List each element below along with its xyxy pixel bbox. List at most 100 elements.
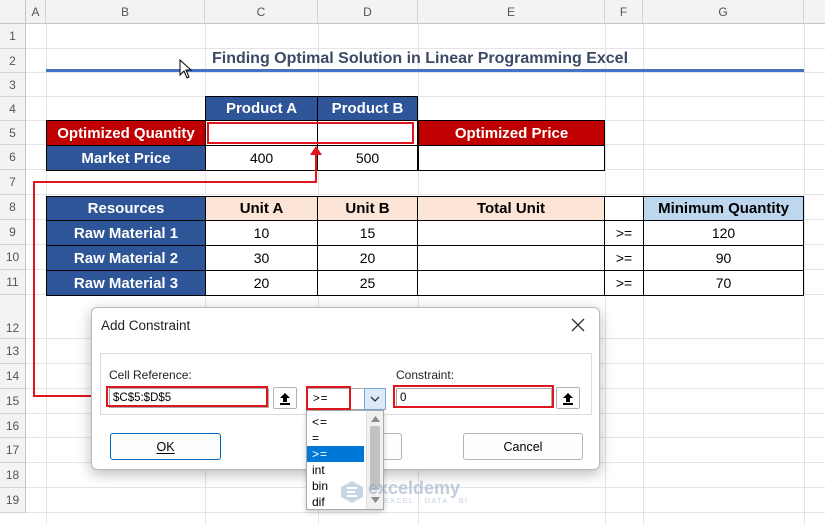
column-header-g[interactable]: G — [643, 0, 804, 24]
row-header[interactable]: 3 — [0, 73, 26, 97]
row-header[interactable]: 16 — [0, 414, 26, 438]
row-header[interactable]: 4 — [0, 97, 26, 121]
cell-unit-a[interactable]: 10 — [205, 220, 318, 246]
scroll-up-icon[interactable] — [371, 416, 380, 422]
watermark-tagline: EXCEL · DATA · BI — [384, 498, 469, 505]
select-all-corner[interactable] — [0, 0, 26, 24]
title-underline — [46, 69, 804, 72]
cancel-button-label: Cancel — [503, 439, 543, 454]
label-optimized-price[interactable]: Optimized Price — [418, 120, 605, 146]
arrow-up-icon — [310, 146, 322, 155]
row-header[interactable]: 13 — [0, 339, 26, 364]
ok-button[interactable]: OK — [110, 433, 221, 460]
highlight-constraint — [393, 385, 554, 408]
column-header-d[interactable]: D — [318, 0, 418, 24]
resource-name[interactable]: Raw Material 3 — [46, 270, 206, 296]
row-header[interactable]: 7 — [0, 170, 26, 195]
column-header-blank — [804, 0, 825, 24]
header-resources[interactable]: Resources — [46, 196, 206, 221]
column-header-c[interactable]: C — [205, 0, 318, 24]
cell-unit-a[interactable]: 20 — [205, 270, 318, 296]
close-icon — [571, 318, 585, 332]
row-header[interactable]: 8 — [0, 195, 26, 220]
row-header[interactable]: 2 — [0, 49, 26, 73]
cell-minimum-quantity[interactable]: 120 — [643, 220, 804, 246]
watermark: exceldemy EXCEL · DATA · BI — [340, 478, 490, 508]
annotation-connector — [33, 181, 317, 183]
cell-minimum-quantity[interactable]: 70 — [643, 270, 804, 296]
operator-option-selected[interactable]: >= — [307, 446, 364, 462]
operator-dropdown-button[interactable] — [364, 388, 386, 410]
gridline — [26, 194, 825, 195]
label-market-price[interactable]: Market Price — [46, 145, 206, 171]
chevron-down-icon — [370, 396, 380, 402]
cell-unit-b[interactable]: 25 — [317, 270, 418, 296]
cell-operator[interactable]: >= — [604, 220, 644, 246]
collapse-constraint-button[interactable] — [556, 387, 580, 409]
mouse-pointer-icon — [179, 59, 193, 79]
highlight-operator — [306, 386, 351, 410]
row-header[interactable]: 14 — [0, 364, 26, 389]
header-operator-blank[interactable] — [604, 196, 644, 221]
cancel-button[interactable]: Cancel — [463, 433, 583, 460]
cell-unit-a[interactable]: 30 — [205, 245, 318, 271]
gridline — [26, 96, 825, 97]
cell-operator[interactable]: >= — [604, 245, 644, 271]
gridline — [26, 512, 825, 513]
row-header[interactable]: 6 — [0, 145, 26, 170]
annotation-connector — [33, 181, 35, 397]
operator-option[interactable]: int — [307, 462, 364, 478]
cell-unit-b[interactable]: 20 — [317, 245, 418, 271]
header-total-unit[interactable]: Total Unit — [417, 196, 605, 221]
resource-name[interactable]: Raw Material 2 — [46, 245, 206, 271]
annotation-connector — [315, 153, 317, 183]
cell-reference-label: Cell Reference: — [109, 368, 192, 382]
column-header-f[interactable]: F — [605, 0, 643, 24]
gridline — [804, 24, 805, 524]
row-header[interactable]: 5 — [0, 121, 26, 145]
operator-option[interactable]: = — [307, 430, 364, 446]
dialog-title: Add Constraint — [101, 318, 191, 333]
gridline — [26, 72, 825, 73]
row-header[interactable]: 17 — [0, 438, 26, 463]
ok-button-label: OK — [156, 439, 175, 454]
label-optimized-quantity[interactable]: Optimized Quantity — [46, 120, 206, 146]
header-unit-b[interactable]: Unit B — [317, 196, 418, 221]
row-header[interactable]: 12 — [0, 295, 26, 339]
watermark-brand: exceldemy — [368, 478, 461, 498]
header-product-a[interactable]: Product A — [205, 96, 318, 121]
row-header[interactable]: 10 — [0, 245, 26, 270]
column-header-e[interactable]: E — [418, 0, 605, 24]
close-button[interactable] — [566, 314, 590, 336]
cell-market-price-b[interactable]: 500 — [317, 145, 418, 171]
row-header[interactable]: 18 — [0, 463, 26, 488]
header-product-b[interactable]: Product B — [317, 96, 418, 121]
row-header[interactable]: 15 — [0, 389, 26, 414]
cell-total-unit[interactable] — [417, 245, 605, 271]
operator-option[interactable]: <= — [307, 414, 364, 430]
cell-total-unit[interactable] — [417, 270, 605, 296]
cell-minimum-quantity[interactable]: 90 — [643, 245, 804, 271]
column-header-b[interactable]: B — [46, 0, 205, 24]
cell-market-price-a[interactable]: 400 — [205, 145, 318, 171]
exceldemy-logo-icon — [341, 481, 363, 503]
row-header[interactable]: 19 — [0, 488, 26, 513]
cell-unit-b[interactable]: 15 — [317, 220, 418, 246]
highlight-cell-reference — [106, 386, 268, 407]
row-header[interactable]: 9 — [0, 220, 26, 245]
header-minimum-quantity[interactable]: Minimum Quantity — [643, 196, 804, 221]
constraint-label: Constraint: — [396, 368, 455, 382]
collapse-dialog-icon — [280, 392, 290, 405]
resource-name[interactable]: Raw Material 1 — [46, 220, 206, 246]
row-header[interactable]: 11 — [0, 270, 26, 295]
highlight-c5-d5 — [207, 122, 414, 144]
row-header[interactable]: 1 — [0, 24, 26, 49]
collapse-cell-reference-button[interactable] — [273, 387, 297, 409]
cell-total-unit[interactable] — [417, 220, 605, 246]
cell-operator[interactable]: >= — [604, 270, 644, 296]
column-header-a[interactable]: A — [26, 0, 46, 24]
sheet-title: Finding Optimal Solution in Linear Progr… — [211, 50, 629, 67]
header-unit-a[interactable]: Unit A — [205, 196, 318, 221]
collapse-dialog-icon — [563, 392, 573, 405]
cell-optimized-price-value[interactable] — [418, 145, 605, 171]
